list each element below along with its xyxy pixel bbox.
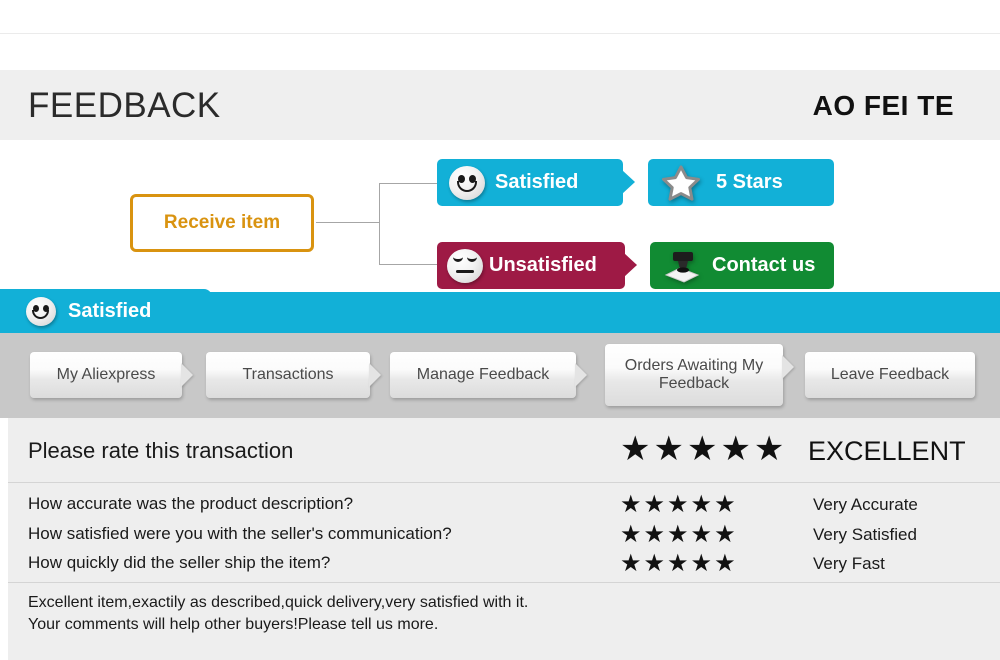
smiley-face-icon (26, 296, 56, 326)
breadcrumb-item-label: Leave Feedback (830, 365, 950, 383)
breadcrumb-item-manage-feedback[interactable]: Manage Feedback (390, 352, 576, 398)
breadcrumb-item-label: Transactions (242, 365, 334, 383)
rating-stars[interactable]: ★★★★★ (620, 549, 738, 579)
feedback-comment-line-2: Your comments will help other buyers!Ple… (28, 615, 439, 633)
rating-row-product-description: How accurate was the product description… (8, 490, 1000, 521)
rating-row-shipping-speed: How quickly did the seller ship the item… (8, 549, 1000, 580)
overall-rating-word: EXCELLENT (808, 436, 966, 466)
rating-answer: Very Satisfied (813, 525, 917, 544)
rating-stars[interactable]: ★★★★★ (620, 520, 738, 550)
rating-answer: Very Accurate (813, 495, 918, 514)
rating-question: How quickly did the seller ship the item… (28, 553, 331, 572)
flow-button-contact-us[interactable]: Contact us (650, 242, 834, 289)
breadcrumb-item-label: Manage Feedback (416, 365, 550, 383)
smiley-face-icon (449, 165, 485, 200)
flow-node-receive-item: Receive item (130, 194, 314, 252)
rating-row-seller-communication: How satisfied were you with the seller's… (8, 520, 1000, 551)
sad-face-icon (447, 248, 483, 283)
rating-prompt: Please rate this transaction (28, 438, 294, 463)
brand-name: AO FEI TE (812, 90, 954, 121)
flow-button-contact-us-label: Contact us (712, 254, 816, 276)
flow-button-unsatisfied[interactable]: Unsatisfied (437, 242, 637, 289)
feedback-comment: Excellent item,exactily as described,qui… (28, 592, 528, 635)
flow-button-five-stars-label: 5 Stars (716, 171, 783, 193)
connector-horizontal-main (316, 222, 379, 223)
rating-question: How satisfied were you with the seller's… (28, 524, 452, 543)
rating-panel: Please rate this transaction ★★★★★ EXCEL… (8, 418, 1000, 660)
rating-header-row: Please rate this transaction ★★★★★ EXCEL… (8, 418, 1000, 482)
breadcrumb-item-my-aliexpress[interactable]: My Aliexpress (30, 352, 182, 398)
flow-node-receive-item-label: Receive item (163, 212, 281, 233)
flow-button-satisfied[interactable]: Satisfied (437, 159, 635, 206)
flow-button-satisfied-label: Satisfied (495, 171, 579, 193)
rating-answer: Very Fast (813, 554, 885, 573)
tab-satisfied[interactable]: Satisfied (0, 289, 212, 333)
star-icon (662, 165, 700, 201)
page-title: FEEDBACK (28, 86, 221, 125)
rating-stars[interactable]: ★★★★★ (620, 490, 738, 520)
rating-question: How accurate was the product description… (28, 494, 354, 513)
breadcrumb-item-transactions[interactable]: Transactions (206, 352, 370, 398)
flow-button-unsatisfied-label: Unsatisfied (489, 254, 597, 276)
breadcrumb-item-leave-feedback[interactable]: Leave Feedback (805, 352, 975, 398)
connector-branch-bottom (379, 264, 438, 265)
flow-button-five-stars[interactable]: 5 Stars (648, 159, 834, 206)
breadcrumb-item-label: Orders Awaiting My Feedback (624, 356, 764, 392)
connector-branch-top (379, 183, 438, 184)
feedback-page: FEEDBACK AO FEI TE Receive item Satisfie… (0, 0, 1000, 660)
overall-star-rating[interactable]: ★★★★★ (620, 432, 787, 466)
rating-divider-top (8, 482, 1000, 483)
top-white-strip (0, 0, 1000, 33)
breadcrumb-item-label: My Aliexpress (56, 365, 156, 383)
rating-divider-bottom (8, 582, 1000, 583)
connector-vertical (379, 183, 380, 265)
top-gap-strip (0, 34, 1000, 70)
tab-satisfied-label: Satisfied (68, 299, 152, 322)
feedback-comment-line-1: Excellent item,exactily as described,qui… (28, 594, 529, 611)
stamp-icon (664, 251, 700, 283)
breadcrumb-item-orders-awaiting-my-feedback[interactable]: Orders Awaiting My Feedback (605, 344, 783, 406)
